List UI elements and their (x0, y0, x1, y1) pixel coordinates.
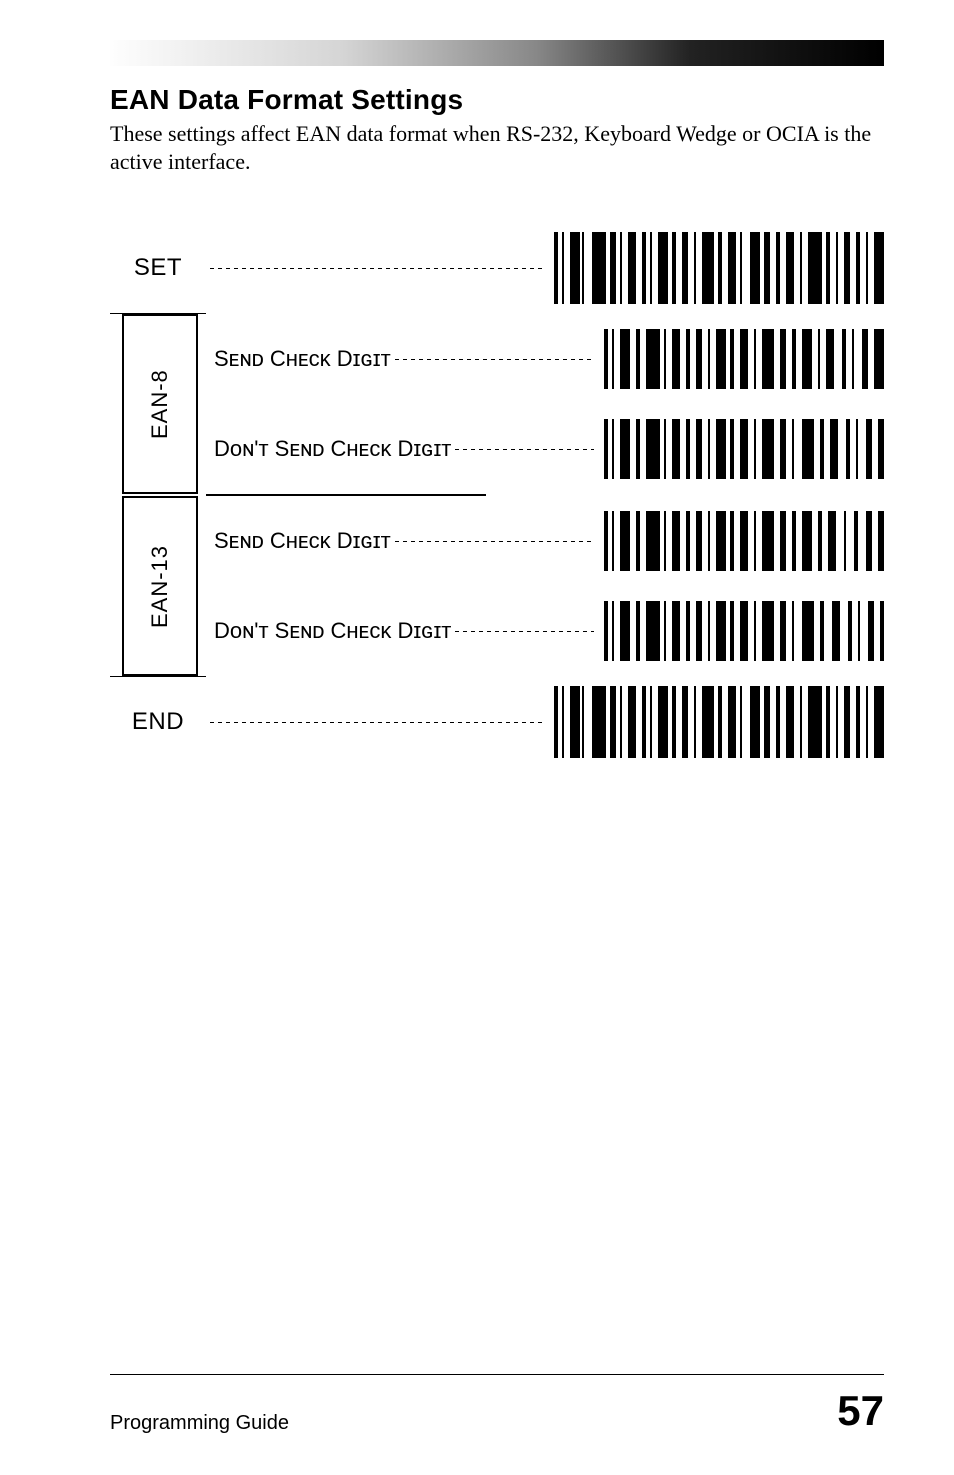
dash-line (210, 268, 544, 269)
barcode-set (554, 232, 884, 304)
option-row: Sᴇɴᴅ Cʜᴇᴄᴋ Dɪɢɪᴛ (210, 496, 884, 586)
barcode-ean8-send (604, 329, 884, 389)
option-label: Dᴏɴ'ᴛ Sᴇɴᴅ Cʜᴇᴄᴋ Dɪɢɪᴛ (210, 436, 451, 462)
page-number: 57 (837, 1387, 884, 1435)
option-row: Dᴏɴ'ᴛ Sᴇɴᴅ Cʜᴇᴄᴋ Dɪɢɪᴛ (210, 586, 884, 676)
settings-table: SET (110, 223, 884, 767)
option-label: Sᴇɴᴅ Cʜᴇᴄᴋ Dɪɢɪᴛ (210, 528, 391, 554)
option-label: Dᴏɴ'ᴛ Sᴇɴᴅ Cʜᴇᴄᴋ Dɪɢɪᴛ (210, 618, 451, 644)
group-divider (206, 494, 486, 496)
dash-line (455, 631, 594, 632)
barcode-ean13-send (604, 511, 884, 571)
group-label-ean8: EAN-8 (122, 314, 198, 494)
dash-line (395, 541, 594, 542)
set-label: SET (110, 223, 206, 313)
page-title: EAN Data Format Settings (110, 84, 884, 116)
end-label: END (110, 677, 206, 767)
barcode-ean8-dont-send (604, 419, 884, 479)
group-ean13: EAN-13 Sᴇɴᴅ Cʜᴇᴄᴋ Dɪɢɪᴛ (110, 496, 884, 676)
set-row: SET (110, 223, 884, 313)
option-row: Dᴏɴ'ᴛ Sᴇɴᴅ Cʜᴇᴄᴋ Dɪɢɪᴛ (210, 404, 884, 494)
group-label-ean13: EAN-13 (122, 496, 198, 676)
barcode-end (554, 686, 884, 758)
dash-line (210, 722, 544, 723)
header-gradient-bar (110, 40, 884, 66)
footer-rule (110, 1374, 884, 1375)
end-row: END (110, 677, 884, 767)
option-row: Sᴇɴᴅ Cʜᴇᴄᴋ Dɪɢɪᴛ (210, 314, 884, 404)
dash-line (395, 359, 594, 360)
footer: Programming Guide 57 (110, 1387, 884, 1435)
dash-line (455, 449, 594, 450)
page-subtitle: These settings affect EAN data format wh… (110, 120, 884, 175)
option-label: Sᴇɴᴅ Cʜᴇᴄᴋ Dɪɢɪᴛ (210, 346, 391, 372)
barcode-ean13-dont-send (604, 601, 884, 661)
footer-left-text: Programming Guide (110, 1412, 289, 1435)
group-ean8: EAN-8 Sᴇɴᴅ Cʜᴇᴄᴋ Dɪɢɪᴛ (110, 314, 884, 494)
